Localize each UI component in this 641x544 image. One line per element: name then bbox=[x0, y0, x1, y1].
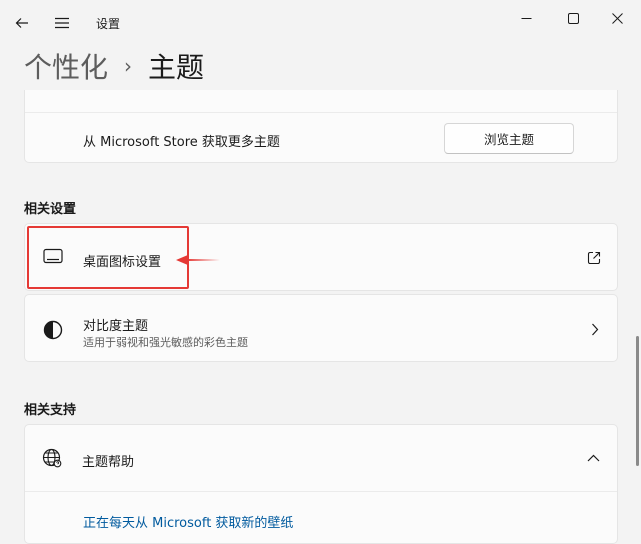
chevron-up-icon bbox=[587, 454, 600, 462]
browse-themes-button[interactable]: 浏览主题 bbox=[444, 123, 574, 154]
menu-button[interactable] bbox=[45, 6, 79, 40]
minimize-button[interactable] bbox=[503, 4, 549, 32]
back-arrow-icon bbox=[15, 18, 28, 28]
breadcrumb: 个性化 › 主题 bbox=[24, 46, 204, 86]
page-title: 主题 bbox=[148, 51, 205, 84]
annotation-arrow-icon bbox=[176, 254, 220, 266]
title-bar: 设置 bbox=[0, 0, 641, 44]
globe-icon bbox=[42, 448, 62, 468]
external-link-icon bbox=[587, 251, 601, 265]
divider bbox=[25, 491, 617, 492]
contrast-themes-description: 适用于弱视和强光敏感的彩色主题 bbox=[83, 336, 248, 349]
scrollbar[interactable] bbox=[636, 336, 639, 466]
close-button[interactable] bbox=[594, 4, 640, 32]
contrast-themes-label: 对比度主题 bbox=[83, 319, 149, 334]
breadcrumb-parent[interactable]: 个性化 bbox=[24, 46, 108, 86]
contrast-icon bbox=[43, 320, 63, 340]
maximize-icon bbox=[567, 12, 579, 24]
app-title: 设置 bbox=[96, 17, 121, 31]
breadcrumb-separator: › bbox=[124, 54, 133, 78]
divider bbox=[25, 112, 617, 113]
back-button[interactable] bbox=[5, 6, 39, 40]
minimize-icon bbox=[521, 17, 531, 19]
store-row-label: 从 Microsoft Store 获取更多主题 bbox=[83, 135, 280, 150]
maximize-button[interactable] bbox=[550, 4, 596, 32]
hamburger-menu-icon bbox=[55, 17, 69, 29]
contrast-themes-row[interactable]: 对比度主题 适用于弱视和强光敏感的彩色主题 bbox=[24, 294, 618, 362]
wallpaper-link[interactable]: 正在每天从 Microsoft 获取新的壁纸 bbox=[83, 512, 293, 531]
chevron-right-icon bbox=[592, 323, 599, 336]
related-support-heading: 相关支持 bbox=[24, 403, 77, 418]
theme-help-header[interactable]: 主题帮助 bbox=[24, 424, 618, 491]
close-icon bbox=[611, 12, 623, 24]
theme-help-label: 主题帮助 bbox=[82, 455, 135, 470]
related-settings-heading: 相关设置 bbox=[24, 202, 77, 217]
highlight-box bbox=[27, 226, 189, 289]
